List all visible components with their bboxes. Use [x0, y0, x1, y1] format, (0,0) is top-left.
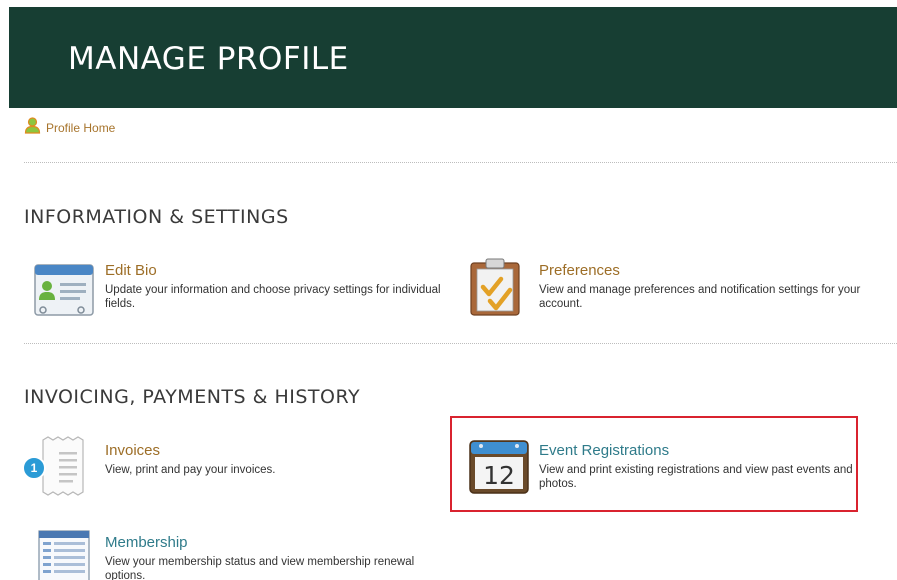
- invoice-count-badge: 1: [22, 456, 46, 480]
- user-icon: [24, 117, 41, 139]
- divider: [24, 162, 897, 163]
- preferences-item: Preferences View and manage preferences …: [468, 257, 888, 319]
- membership-item: Membership View your membership status a…: [34, 528, 454, 580]
- event-registrations-description: View and print existing registrations an…: [539, 464, 853, 490]
- preferences-description: View and manage preferences and notifica…: [539, 284, 861, 310]
- edit-bio-item: Edit Bio Update your information and cho…: [34, 257, 454, 319]
- edit-bio-link[interactable]: Edit Bio: [105, 262, 157, 279]
- page-title: MANAGE PROFILE: [68, 41, 349, 77]
- breadcrumb-profile-home[interactable]: Profile Home: [24, 117, 115, 139]
- preferences-link[interactable]: Preferences: [539, 262, 620, 279]
- invoices-link[interactable]: Invoices: [105, 442, 160, 459]
- header-bar: MANAGE PROFILE: [9, 7, 897, 108]
- bio-card-icon[interactable]: [34, 259, 96, 322]
- membership-description: View your membership status and view mem…: [105, 556, 415, 580]
- event-registrations-item: 12 Event Registrations View and print ex…: [468, 436, 858, 498]
- divider: [24, 343, 897, 344]
- calendar-date-text: 12: [483, 461, 515, 490]
- section-heading-information-settings: INFORMATION & SETTINGS: [24, 206, 289, 228]
- clipboard-check-icon[interactable]: [468, 257, 528, 322]
- invoices-description: View, print and pay your invoices.: [105, 464, 276, 476]
- invoices-item: Invoices View, print and pay your invoic…: [34, 436, 434, 498]
- calendar-icon[interactable]: 12: [469, 438, 529, 499]
- edit-bio-description: Update your information and choose priva…: [105, 284, 441, 310]
- breadcrumb-label[interactable]: Profile Home: [46, 121, 115, 135]
- manage-profile-page: MANAGE PROFILE Profile Home INFORMATION …: [0, 0, 897, 580]
- event-registrations-link[interactable]: Event Registrations: [539, 442, 669, 459]
- receipt-icon[interactable]: [39, 436, 89, 501]
- membership-list-icon[interactable]: [38, 530, 92, 580]
- section-heading-invoicing-payments-history: INVOICING, PAYMENTS & HISTORY: [24, 386, 361, 408]
- membership-link[interactable]: Membership: [105, 534, 188, 551]
